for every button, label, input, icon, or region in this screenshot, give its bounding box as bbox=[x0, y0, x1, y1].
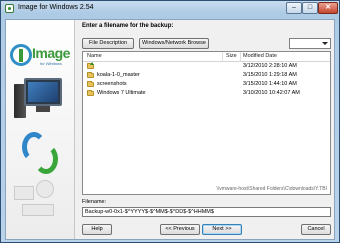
column-size[interactable]: Size bbox=[226, 53, 237, 59]
filename-input[interactable] bbox=[82, 207, 331, 217]
item-modified: 3/15/2010 1:44:10 AM bbox=[243, 81, 297, 87]
item-name: screenshots bbox=[97, 81, 127, 87]
cancel-button[interactable]: Cancel bbox=[301, 224, 331, 235]
app-window: Image for Windows 2.54 – □ ✕ Image for W… bbox=[0, 0, 340, 243]
column-name[interactable]: Name bbox=[87, 53, 102, 59]
file-list[interactable]: Name Size Modified Date 3/12/2010 2:28:1… bbox=[82, 51, 331, 195]
wizard-body: Image for Windows Enter a filename for t… bbox=[5, 19, 335, 240]
item-name: Windows 7 Ultimate bbox=[97, 90, 146, 96]
current-path: \\vmware-host\Shared Folders\C\downloads… bbox=[216, 186, 327, 192]
external-drive-icon bbox=[22, 204, 54, 216]
chevron-down-icon bbox=[322, 42, 328, 45]
logo-text: Image bbox=[32, 45, 70, 61]
list-item-parent-folder[interactable]: 3/12/2010 2:28:10 AM bbox=[83, 62, 330, 71]
folder-icon bbox=[87, 90, 94, 96]
computer-icon bbox=[14, 78, 68, 124]
title-bar[interactable]: Image for Windows 2.54 – □ ✕ bbox=[1, 1, 339, 17]
item-modified: 3/10/2010 10:42:07 AM bbox=[243, 90, 300, 96]
column-divider bbox=[222, 52, 223, 61]
close-button[interactable]: ✕ bbox=[318, 2, 338, 14]
file-description-button[interactable]: File Description bbox=[82, 38, 134, 49]
item-modified: 3/12/2010 2:28:10 AM bbox=[243, 63, 297, 69]
column-modified[interactable]: Modified Date bbox=[243, 53, 277, 59]
help-button[interactable]: Help bbox=[82, 224, 112, 235]
main-panel: Enter a filename for the backup: File De… bbox=[78, 20, 334, 239]
network-browse-button[interactable]: Windows/Network Browse bbox=[139, 38, 209, 49]
storage-devices-icon bbox=[12, 176, 70, 222]
green-arrow-icon bbox=[34, 144, 58, 174]
column-divider bbox=[240, 52, 241, 61]
image-for-windows-logo: Image for Windows bbox=[10, 44, 70, 72]
item-modified: 3/15/2010 1:29:18 AM bbox=[243, 72, 297, 78]
window-title: Image for Windows 2.54 bbox=[18, 4, 94, 11]
folder-up-icon bbox=[87, 62, 94, 69]
filename-prompt: Enter a filename for the backup: bbox=[82, 23, 174, 29]
minimize-button[interactable]: – bbox=[286, 2, 302, 14]
backup-restore-arrows-icon bbox=[22, 132, 62, 174]
app-icon bbox=[5, 4, 14, 13]
drive-icon bbox=[14, 186, 34, 200]
path-dropdown[interactable] bbox=[289, 38, 331, 49]
list-item[interactable]: koala-1-0_master 3/15/2010 1:29:18 AM bbox=[83, 72, 330, 80]
side-panel: Image for Windows bbox=[6, 20, 75, 239]
list-item[interactable]: Windows 7 Ultimate 3/10/2010 10:42:07 AM bbox=[83, 90, 330, 98]
file-list-header: Name Size Modified Date bbox=[83, 52, 330, 62]
filename-label: Filename: bbox=[82, 199, 107, 205]
item-name: koala-1-0_master bbox=[97, 72, 140, 78]
list-item[interactable]: screenshots 3/15/2010 1:44:10 AM bbox=[83, 81, 330, 89]
previous-button[interactable]: << Previous bbox=[160, 224, 200, 235]
disc-icon bbox=[36, 180, 54, 198]
maximize-button[interactable]: □ bbox=[302, 2, 318, 14]
logo-ring-icon bbox=[10, 44, 32, 66]
monitor-icon bbox=[24, 78, 62, 106]
monitor-stand-icon bbox=[36, 106, 50, 112]
folder-icon bbox=[87, 81, 94, 87]
logo-subtext: for Windows bbox=[40, 61, 62, 66]
folder-icon bbox=[87, 72, 94, 78]
next-button[interactable]: Next >> bbox=[202, 224, 242, 235]
